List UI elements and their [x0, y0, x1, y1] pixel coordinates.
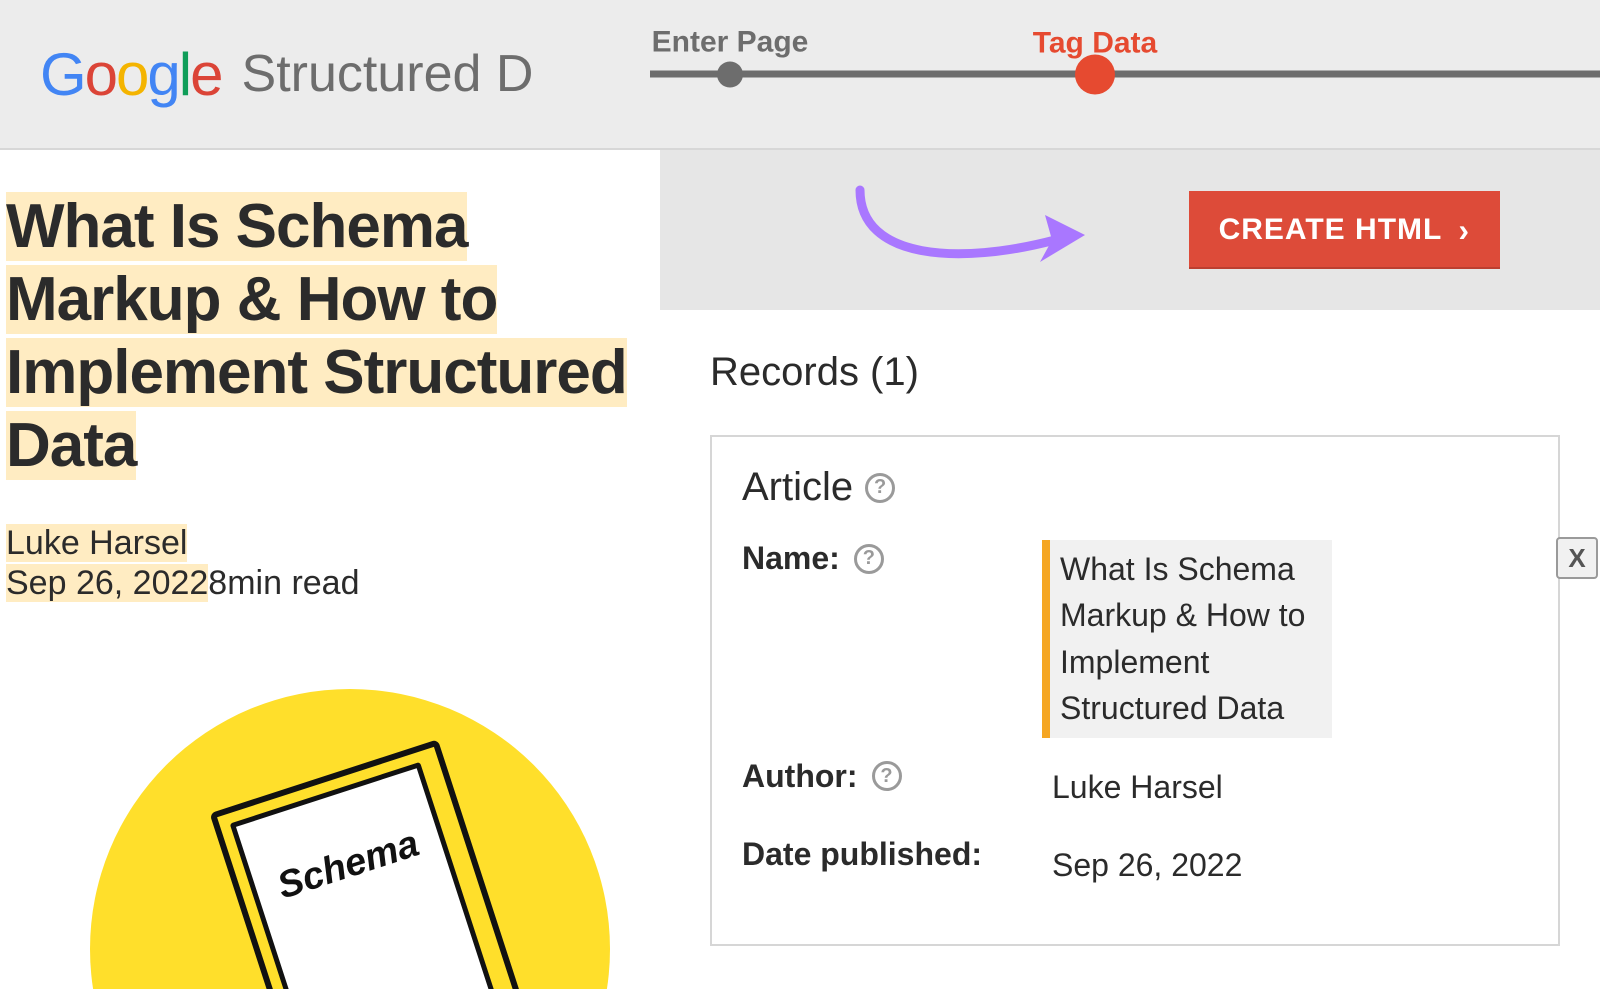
step-tag-data[interactable]: Tag Data — [1075, 54, 1115, 94]
field-name: Name: ? What Is Schema Markup & How to I… — [742, 540, 1528, 738]
annotation-arrow — [840, 180, 1090, 290]
preview-meta: Luke Harsel Sep 26, 20228min read — [6, 523, 640, 605]
page-preview[interactable]: What Is Schema Markup & How to Implement… — [0, 150, 660, 989]
field-date-value[interactable]: Sep 26, 2022 — [1042, 836, 1252, 894]
create-html-button[interactable]: CREATE HTML › — [1189, 191, 1500, 269]
help-icon[interactable]: ? — [872, 761, 902, 791]
preview-readtime[interactable]: 8min read — [208, 564, 359, 602]
chevron-right-icon: › — [1458, 212, 1470, 249]
field-author-value[interactable]: Luke Harsel — [1042, 758, 1233, 816]
help-icon[interactable]: ? — [865, 473, 895, 503]
remove-record-button[interactable]: X — [1556, 537, 1598, 579]
preview-date[interactable]: Sep 26, 2022 — [6, 564, 208, 602]
step-enter-page[interactable]: Enter Page — [717, 61, 743, 87]
field-name-value[interactable]: What Is Schema Markup & How to Implement… — [1042, 540, 1332, 738]
preview-illustration: Schema — [90, 689, 610, 989]
product-name: Structured D — [242, 44, 532, 104]
preview-title[interactable]: What Is Schema Markup & How to Implement… — [6, 190, 640, 483]
tagging-panel: CREATE HTML › Records (1) Article ? Name… — [660, 150, 1600, 989]
record-type: Article ? — [742, 465, 1528, 510]
google-logo: Google — [40, 40, 222, 109]
field-author: Author: ? Luke Harsel — [742, 758, 1528, 816]
field-date-published: Date published: Sep 26, 2022 — [742, 836, 1528, 894]
progress-stepper: Enter Page Tag Data — [650, 71, 1600, 78]
records-heading: Records (1) — [710, 350, 1560, 395]
preview-author[interactable]: Luke Harsel — [6, 524, 187, 562]
record-card: Article ? Name: ? What Is Schema Markup … — [710, 435, 1560, 946]
app-header: Google Structured D Enter Page Tag Data — [0, 0, 1600, 150]
help-icon[interactable]: ? — [854, 544, 884, 574]
